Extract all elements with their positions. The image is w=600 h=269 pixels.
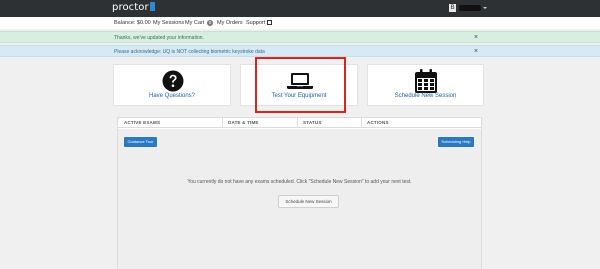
card-have-questions[interactable]: Have Questions?: [113, 64, 231, 106]
nav-my-cart[interactable]: My Cart 0: [185, 18, 214, 28]
column-divider: [297, 118, 298, 128]
success-alert-text: Thanks, we've updated your information.: [114, 35, 204, 41]
empty-state-message: You currently do not have any exams sche…: [187, 179, 412, 185]
calendar-icon: [415, 69, 437, 93]
nav-support[interactable]: Support: [246, 18, 273, 28]
card-schedule-session-label: Schedule New Session: [394, 93, 457, 99]
header-date-time: DATE & TIME: [228, 120, 259, 125]
exams-panel: ACTIVE EXAMS DATE & TIME STATUS ACTIONS …: [117, 117, 482, 269]
header-actions: ACTIONS: [367, 120, 389, 125]
header-active-exams: ACTIVE EXAMS: [124, 120, 161, 125]
success-alert: Thanks, we've updated your information. …: [0, 31, 600, 43]
user-name-redacted[interactable]: [459, 5, 481, 11]
external-link-icon: [267, 20, 273, 25]
nav-my-cart-label: My Cart: [185, 20, 205, 26]
user-avatar[interactable]: B: [449, 4, 456, 12]
info-alert: Please acknowledge: UQ is NOT collecting…: [0, 45, 600, 57]
table-header: ACTIVE EXAMS DATE & TIME STATUS ACTIONS: [118, 118, 481, 128]
brand-logo[interactable]: proctor: [112, 2, 155, 13]
chevron-down-icon[interactable]: [483, 7, 487, 9]
nav-support-label: Support: [246, 20, 266, 26]
logo-mark: [149, 2, 155, 11]
nav-balance[interactable]: Balance: $0.00: [114, 18, 151, 28]
close-icon[interactable]: ×: [474, 32, 478, 44]
nav-bar: Balance: $0.00 My Sessions My Cart 0 My …: [0, 17, 600, 29]
nav-my-sessions[interactable]: My Sessions: [153, 18, 184, 28]
header-status: STATUS: [303, 120, 322, 125]
card-have-questions-label: Have Questions?: [148, 93, 196, 99]
guidance-tour-button[interactable]: Guidance Tour: [124, 137, 157, 147]
info-alert-text: Please acknowledge: UQ is NOT collecting…: [114, 49, 265, 55]
column-divider: [361, 118, 362, 128]
top-bar: proctor B: [0, 0, 600, 17]
cart-count-badge: 0: [206, 20, 214, 26]
question-circle-icon: [162, 70, 184, 92]
schedule-new-session-button[interactable]: Schedule New Session: [278, 195, 339, 208]
close-icon[interactable]: ×: [474, 46, 478, 58]
highlight-box: [255, 57, 346, 113]
nav-my-orders[interactable]: My Orders: [217, 18, 243, 28]
table-body: Guidance Tour Scheduling Help You curren…: [118, 129, 481, 269]
card-schedule-session[interactable]: Schedule New Session: [367, 64, 484, 106]
brand-name: proctor: [112, 2, 149, 13]
column-divider: [222, 118, 223, 128]
scheduling-help-button[interactable]: Scheduling Help: [438, 137, 474, 147]
